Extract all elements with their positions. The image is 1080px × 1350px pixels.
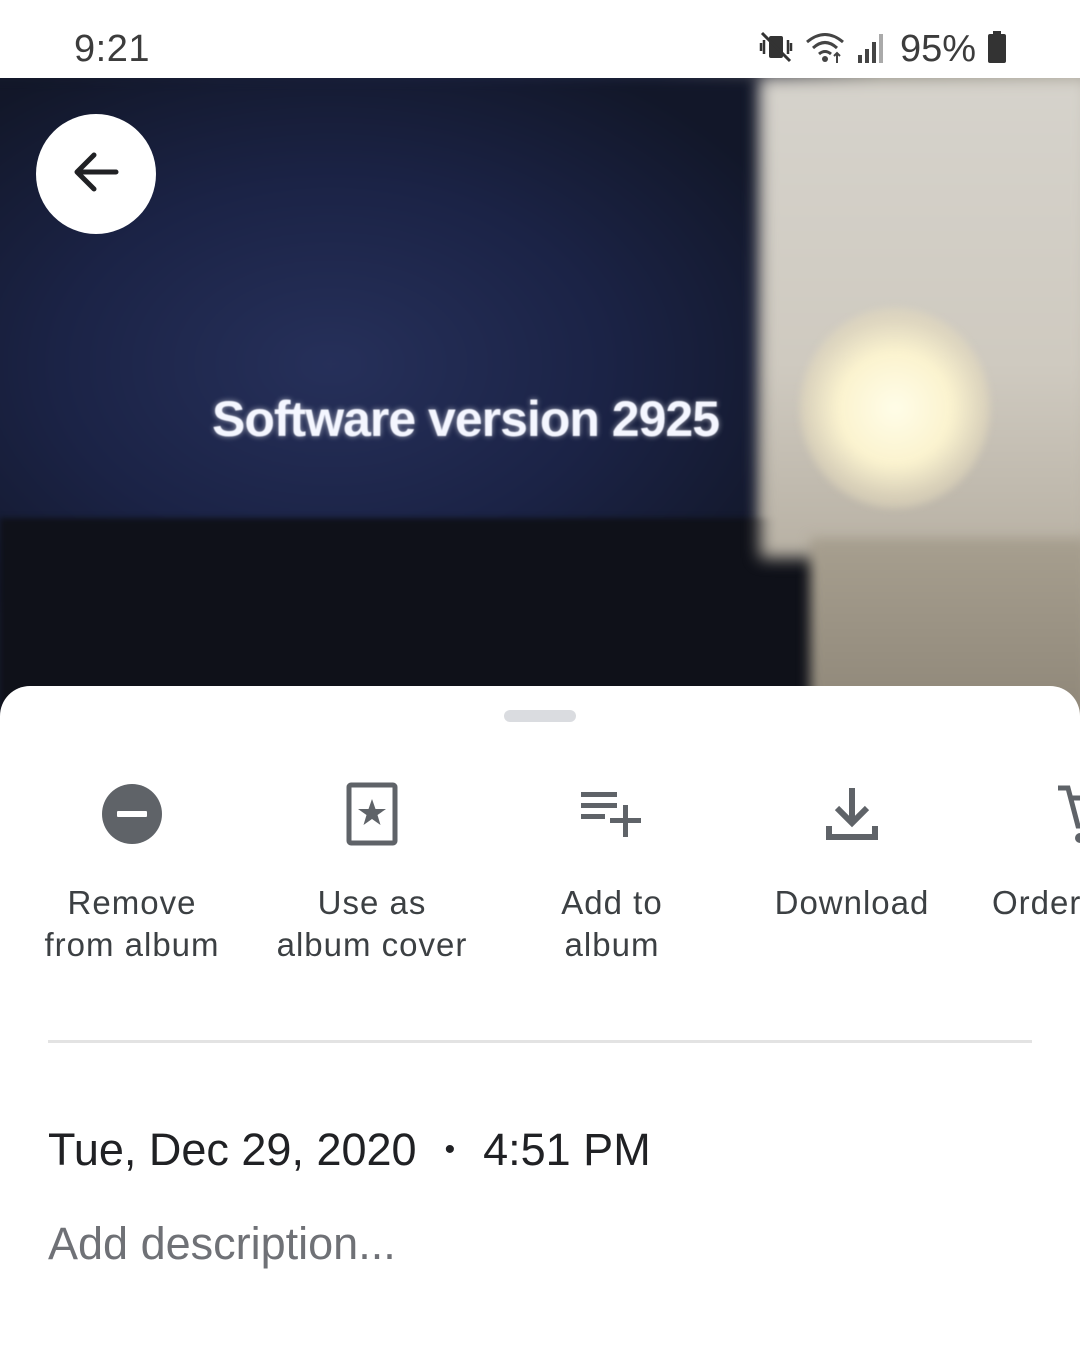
details-bottom-sheet: Remove from album Use as album cover Add… [0, 686, 1080, 1350]
add-to-album-button[interactable]: Add to album [492, 768, 732, 978]
battery-icon [986, 29, 1008, 70]
signal-icon [856, 29, 886, 70]
status-icons: 95% [758, 26, 1008, 72]
add-description-input[interactable] [48, 1218, 1032, 1270]
download-button[interactable]: Download [732, 768, 972, 978]
cart-icon [1052, 782, 1080, 851]
remove-from-album-button[interactable]: Remove from album [12, 768, 252, 978]
wifi-icon [804, 29, 846, 70]
drag-handle[interactable] [504, 710, 576, 722]
use-as-album-cover-label: Use as album cover [276, 884, 468, 963]
vibrate-mute-icon [758, 29, 794, 70]
remove-from-album-label: Remove from album [44, 884, 220, 963]
photo-light-glare [800, 308, 990, 508]
status-bar: 9:21 95% [0, 0, 1080, 78]
status-time: 9:21 [74, 28, 150, 70]
battery-percentage: 95% [899, 27, 976, 70]
add-to-album-label: Add to album [561, 884, 663, 963]
order-label: Order [992, 884, 1080, 921]
playlist-add-icon [579, 788, 645, 845]
photo-date: Tue, Dec 29, 2020 [48, 1124, 417, 1175]
remove-circle-icon [100, 782, 164, 851]
order-button[interactable]: Order [972, 768, 1080, 978]
download-label: Download [774, 884, 930, 921]
date-separator: • [444, 1133, 456, 1166]
album-cover-star-icon [346, 782, 398, 851]
arrow-back-icon [68, 144, 124, 205]
photo-view[interactable]: Software version 2925 [0, 78, 1080, 718]
section-divider [48, 1040, 1032, 1043]
photo-caption-text: Software version 2925 [212, 391, 720, 447]
use-as-album-cover-button[interactable]: Use as album cover [252, 768, 492, 978]
photo-time: 4:51 PM [483, 1124, 651, 1175]
photo-date-time: Tue, Dec 29, 2020 • 4:51 PM [48, 1124, 651, 1176]
download-icon [824, 784, 880, 849]
back-button[interactable] [36, 114, 156, 234]
